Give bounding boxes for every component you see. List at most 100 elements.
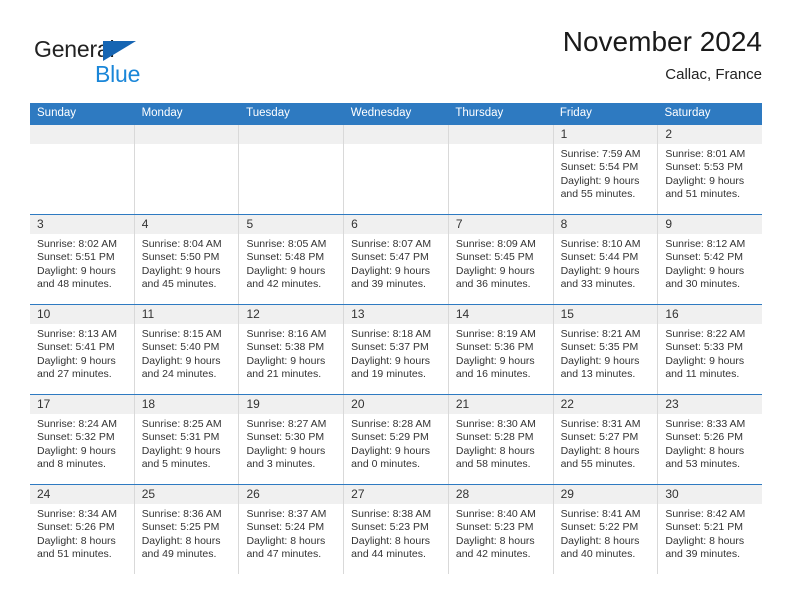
- day-details: Sunrise: 8:18 AM Sunset: 5:37 PM Dayligh…: [344, 324, 448, 382]
- sunrise-text: Sunrise: 8:19 AM: [455, 328, 536, 340]
- week-row: 10 Sunrise: 8:13 AM Sunset: 5:41 PM Dayl…: [30, 304, 763, 394]
- daylight-text-line2: and 21 minutes.: [246, 368, 322, 381]
- day-cell[interactable]: [238, 125, 344, 214]
- sunset-text: Sunset: 5:54 PM: [560, 161, 639, 174]
- day-cell[interactable]: 14 Sunrise: 8:19 AM Sunset: 5:36 PM Dayl…: [447, 305, 553, 394]
- generalblue-logo[interactable]: General Blue: [34, 36, 214, 88]
- day-cell[interactable]: 19 Sunrise: 8:27 AM Sunset: 5:30 PM Dayl…: [238, 395, 344, 484]
- day-number-bar: 5: [239, 215, 344, 234]
- weekday-header-monday: Monday: [141, 107, 183, 119]
- day-cell[interactable]: 25 Sunrise: 8:36 AM Sunset: 5:25 PM Dayl…: [133, 485, 239, 574]
- day-details: Sunrise: 8:34 AM Sunset: 5:26 PM Dayligh…: [30, 504, 134, 562]
- day-cell[interactable]: 21 Sunrise: 8:30 AM Sunset: 5:28 PM Dayl…: [447, 395, 553, 484]
- day-cell[interactable]: 6 Sunrise: 8:07 AM Sunset: 5:47 PM Dayli…: [343, 215, 448, 304]
- day-number-bar: 13: [344, 305, 448, 324]
- day-number: 20: [351, 397, 365, 411]
- sunrise-text: Sunrise: 8:37 AM: [246, 508, 327, 520]
- day-cell[interactable]: 23 Sunrise: 8:33 AM Sunset: 5:26 PM Dayl…: [657, 395, 763, 484]
- day-cell[interactable]: 20 Sunrise: 8:28 AM Sunset: 5:29 PM Dayl…: [343, 395, 448, 484]
- day-cell[interactable]: 7 Sunrise: 8:09 AM Sunset: 5:45 PM Dayli…: [447, 215, 553, 304]
- day-number: 12: [246, 307, 260, 321]
- day-cell[interactable]: 11 Sunrise: 8:15 AM Sunset: 5:40 PM Dayl…: [133, 305, 239, 394]
- sunrise-text: Sunrise: 8:12 AM: [665, 238, 746, 250]
- daylight-text-line2: and 44 minutes.: [351, 548, 426, 561]
- sunset-text: Sunset: 5:47 PM: [351, 251, 429, 264]
- day-cell[interactable]: 15 Sunrise: 8:21 AM Sunset: 5:35 PM Dayl…: [552, 305, 658, 394]
- day-number-bar: [30, 125, 134, 144]
- day-cell[interactable]: 24 Sunrise: 8:34 AM Sunset: 5:26 PM Dayl…: [30, 485, 134, 574]
- weekday-header-tuesday: Tuesday: [246, 107, 290, 119]
- day-cell[interactable]: [30, 125, 134, 214]
- day-number: [30, 127, 37, 141]
- sunset-text: Sunset: 5:40 PM: [141, 341, 220, 354]
- daylight-text-line1: Daylight: 9 hours: [665, 264, 745, 277]
- day-cell[interactable]: 18 Sunrise: 8:25 AM Sunset: 5:31 PM Dayl…: [133, 395, 239, 484]
- sunset-text: Sunset: 5:26 PM: [37, 521, 115, 534]
- daylight-text-line1: Daylight: 8 hours: [37, 534, 116, 547]
- day-cell[interactable]: 27 Sunrise: 8:38 AM Sunset: 5:23 PM Dayl…: [343, 485, 448, 574]
- day-cell[interactable]: 9 Sunrise: 8:12 AM Sunset: 5:42 PM Dayli…: [657, 215, 763, 304]
- day-details: Sunrise: 8:22 AM Sunset: 5:33 PM Dayligh…: [658, 324, 762, 382]
- day-number: 5: [246, 217, 254, 231]
- day-cell[interactable]: [133, 125, 239, 214]
- sunset-text: Sunset: 5:38 PM: [246, 341, 325, 354]
- day-details: [30, 144, 134, 148]
- day-cell[interactable]: [343, 125, 448, 214]
- day-details: Sunrise: 8:02 AM Sunset: 5:51 PM Dayligh…: [30, 234, 134, 292]
- day-cell[interactable]: 28 Sunrise: 8:40 AM Sunset: 5:23 PM Dayl…: [447, 485, 553, 574]
- day-number: 10: [37, 307, 51, 321]
- day-details: Sunrise: 8:04 AM Sunset: 5:50 PM Dayligh…: [135, 234, 239, 292]
- page-header: General Blue November 2024 Callac, Franc…: [30, 24, 762, 94]
- sunrise-text: Sunrise: 8:33 AM: [665, 418, 746, 430]
- day-cell[interactable]: 22 Sunrise: 8:31 AM Sunset: 5:27 PM Dayl…: [552, 395, 658, 484]
- week-row: 3 Sunrise: 8:02 AM Sunset: 5:51 PM Dayli…: [30, 214, 763, 304]
- daylight-text-line1: Daylight: 9 hours: [141, 354, 221, 367]
- day-number: [239, 127, 246, 141]
- location-subtitle: Callac, France: [665, 66, 762, 83]
- day-details: Sunrise: 8:19 AM Sunset: 5:36 PM Dayligh…: [449, 324, 553, 382]
- day-cell[interactable]: 17 Sunrise: 8:24 AM Sunset: 5:32 PM Dayl…: [30, 395, 134, 484]
- daylight-text-line1: Daylight: 8 hours: [665, 534, 745, 547]
- day-number-bar: 25: [134, 485, 239, 504]
- day-cell[interactable]: 5 Sunrise: 8:05 AM Sunset: 5:48 PM Dayli…: [238, 215, 344, 304]
- sunrise-text: Sunrise: 8:04 AM: [141, 238, 222, 250]
- day-cell[interactable]: 10 Sunrise: 8:13 AM Sunset: 5:41 PM Dayl…: [30, 305, 134, 394]
- day-cell[interactable]: 4 Sunrise: 8:04 AM Sunset: 5:50 PM Dayli…: [133, 215, 239, 304]
- day-cell[interactable]: 2 Sunrise: 8:01 AM Sunset: 5:53 PM Dayli…: [657, 125, 763, 214]
- sunrise-text: Sunrise: 8:02 AM: [37, 238, 117, 250]
- daylight-text-line1: Daylight: 8 hours: [351, 534, 430, 547]
- calendar-grid: Sunday Monday Tuesday Wednesday Thursday…: [30, 103, 763, 574]
- day-number: 28: [455, 487, 470, 501]
- day-cell[interactable]: 30 Sunrise: 8:42 AM Sunset: 5:21 PM Dayl…: [657, 485, 763, 574]
- day-cell[interactable]: 1 Sunrise: 7:59 AM Sunset: 5:54 PM Dayli…: [552, 125, 658, 214]
- day-number: 30: [665, 487, 679, 501]
- day-cell[interactable]: 8 Sunrise: 8:10 AM Sunset: 5:44 PM Dayli…: [552, 215, 658, 304]
- day-cell[interactable]: 26 Sunrise: 8:37 AM Sunset: 5:24 PM Dayl…: [238, 485, 344, 574]
- day-cell[interactable]: [447, 125, 553, 214]
- daylight-text-line1: Daylight: 9 hours: [141, 264, 221, 277]
- day-number: 23: [665, 397, 679, 411]
- sunrise-text: Sunrise: 8:41 AM: [560, 508, 641, 520]
- sunset-text: Sunset: 5:26 PM: [665, 431, 743, 444]
- daylight-text-line1: Daylight: 8 hours: [560, 534, 640, 547]
- daylight-text-line2: and 45 minutes.: [141, 278, 217, 291]
- daylight-text-line1: Daylight: 9 hours: [37, 264, 116, 277]
- day-number-bar: 22: [553, 395, 658, 414]
- daylight-text-line2: and 58 minutes.: [455, 458, 531, 471]
- day-details: Sunrise: 8:15 AM Sunset: 5:40 PM Dayligh…: [135, 324, 239, 382]
- sunrise-text: Sunrise: 8:10 AM: [560, 238, 641, 250]
- day-cell[interactable]: 3 Sunrise: 8:02 AM Sunset: 5:51 PM Dayli…: [30, 215, 134, 304]
- daylight-text-line1: Daylight: 8 hours: [665, 444, 745, 457]
- day-number: 16: [665, 307, 679, 321]
- sunrise-text: Sunrise: 7:59 AM: [560, 148, 641, 160]
- daylight-text-line2: and 33 minutes.: [560, 278, 636, 291]
- daylight-text-line1: Daylight: 9 hours: [246, 354, 326, 367]
- daylight-text-line1: Daylight: 8 hours: [141, 534, 221, 547]
- day-cell[interactable]: 13 Sunrise: 8:18 AM Sunset: 5:37 PM Dayl…: [343, 305, 448, 394]
- daylight-text-line2: and 19 minutes.: [351, 368, 426, 381]
- day-cell[interactable]: 16 Sunrise: 8:22 AM Sunset: 5:33 PM Dayl…: [657, 305, 763, 394]
- daylight-text-line2: and 39 minutes.: [665, 548, 741, 561]
- day-cell[interactable]: 12 Sunrise: 8:16 AM Sunset: 5:38 PM Dayl…: [238, 305, 344, 394]
- day-cell[interactable]: 29 Sunrise: 8:41 AM Sunset: 5:22 PM Dayl…: [552, 485, 658, 574]
- daylight-text-line2: and 24 minutes.: [141, 368, 217, 381]
